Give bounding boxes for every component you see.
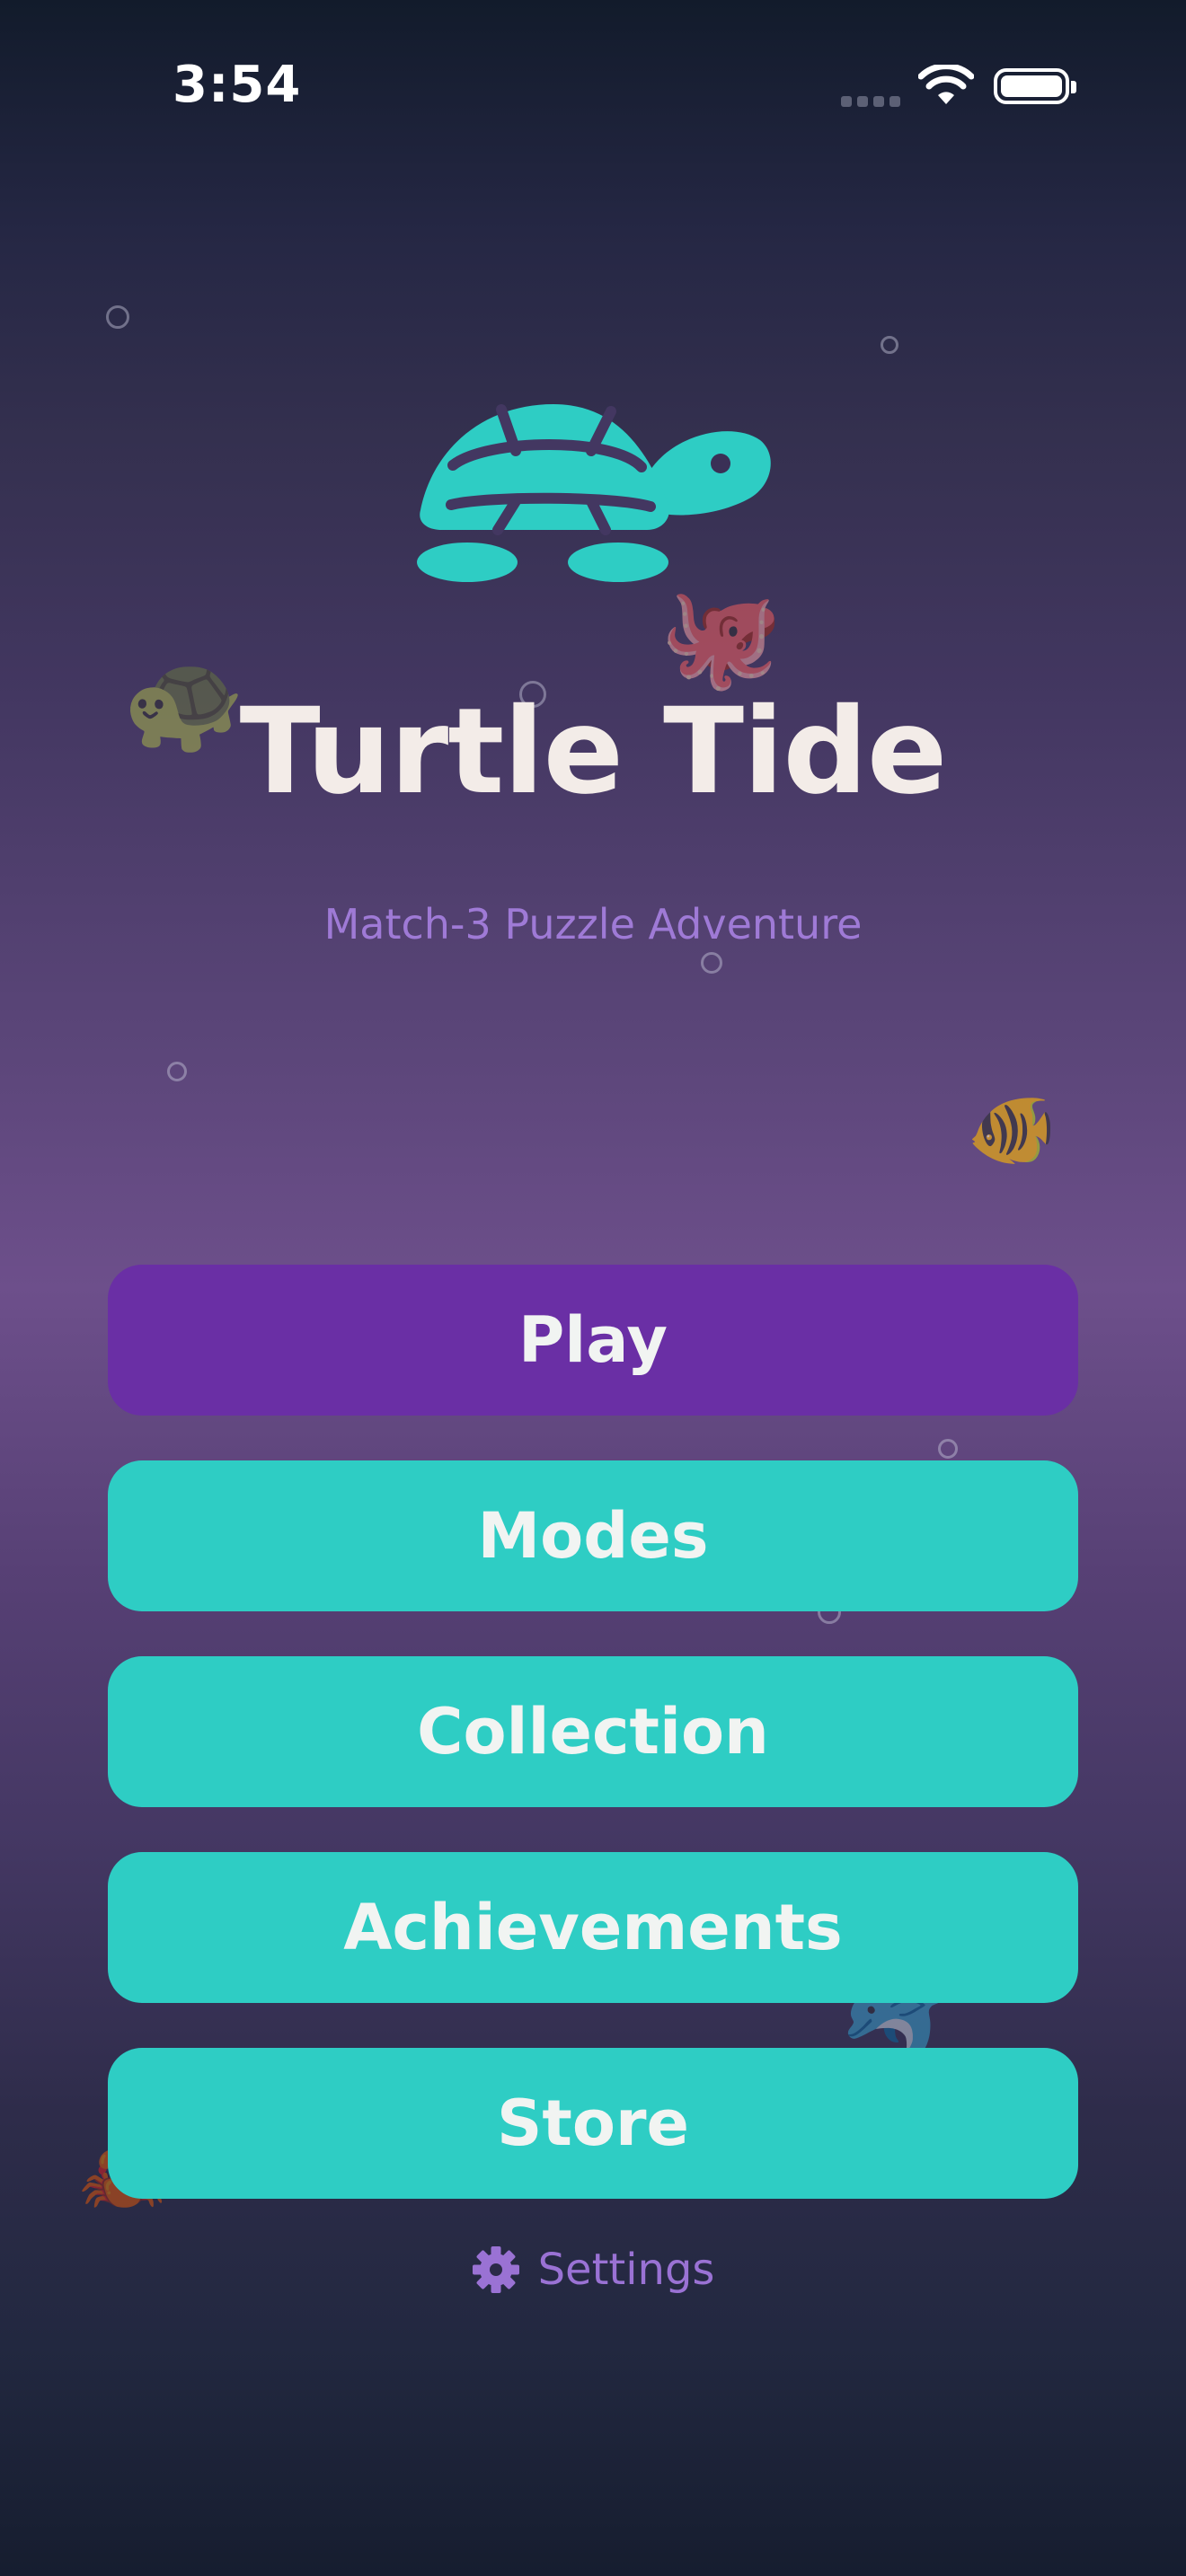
play-button-label: Play (518, 1303, 668, 1377)
status-time: 3:54 (173, 56, 302, 114)
gear-icon (472, 2246, 519, 2293)
cellular-signal-icon (841, 93, 906, 110)
store-button-label: Store (497, 2086, 689, 2160)
bubble (167, 1062, 187, 1081)
settings-label: Settings (537, 2245, 715, 2295)
achievements-button-label: Achievements (343, 1891, 843, 1964)
settings-button[interactable]: Settings (0, 2238, 1186, 2301)
status-bar: 3:54 (0, 0, 1186, 171)
modes-button-label: Modes (477, 1499, 709, 1573)
store-button[interactable]: Store (108, 2048, 1078, 2199)
app-subtitle: Match-3 Puzzle Adventure (323, 900, 863, 948)
fish-emoji-decoration: 🐠 (967, 1088, 1057, 1171)
achievements-button[interactable]: Achievements (108, 1852, 1078, 2003)
play-button[interactable]: Play (108, 1265, 1078, 1416)
octopus-emoji-decoration: 🐙 (659, 579, 783, 694)
wifi-icon (918, 65, 974, 104)
bubble (701, 952, 722, 974)
collection-button[interactable]: Collection (108, 1656, 1078, 1807)
bubble (938, 1439, 958, 1459)
battery-icon (994, 68, 1076, 104)
collection-button-label: Collection (417, 1695, 769, 1769)
turtle-icon (417, 404, 771, 582)
bubble (106, 305, 129, 329)
modes-button[interactable]: Modes (108, 1460, 1078, 1611)
app-title: Turtle Tide (239, 683, 948, 821)
bubble (881, 336, 898, 354)
